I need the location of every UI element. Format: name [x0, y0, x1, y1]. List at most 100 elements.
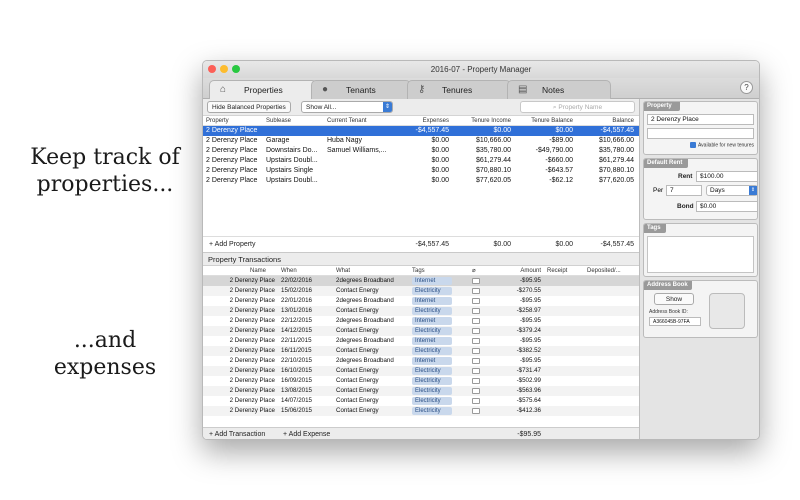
receipt-checkbox[interactable]: [472, 278, 480, 284]
table-cell: [324, 176, 402, 186]
table-cell: [263, 126, 324, 136]
receipt-checkbox[interactable]: [472, 328, 480, 334]
transaction-row[interactable]: 2 Derenzy Place 22/10/2015 2degrees Broadb…: [203, 356, 639, 366]
tab-notes[interactable]: ▤ Notes: [507, 80, 611, 99]
tag-badge[interactable]: Electricity: [412, 367, 452, 375]
col-expenses[interactable]: Expenses: [402, 116, 452, 125]
tag-badge[interactable]: Electricity: [412, 377, 452, 385]
table-row[interactable]: 2 Derenzy Place Downstairs Do... Samuel Wi…: [203, 146, 639, 156]
tab-label: Notes: [542, 85, 565, 95]
property-name-field[interactable]: 2 Derenzy Place: [647, 114, 754, 125]
add-property-button[interactable]: + Add Property: [203, 237, 402, 252]
col-receipt[interactable]: Receipt: [544, 266, 584, 275]
receipt-checkbox[interactable]: [472, 408, 480, 414]
transaction-what: Contact Energy: [336, 387, 379, 394]
rent-field[interactable]: $100.00: [696, 171, 758, 182]
tag-badge[interactable]: Electricity: [412, 347, 452, 355]
tab-properties[interactable]: ⌂ Properties: [209, 80, 317, 100]
table-cell: $0.00: [431, 147, 449, 154]
transaction-receipt: [544, 326, 584, 336]
receipt-checkbox[interactable]: [472, 338, 480, 344]
transaction-row[interactable]: 2 Derenzy Place 16/09/2015 Contact Energy E…: [203, 376, 639, 386]
transaction-row[interactable]: 2 Derenzy Place 14/07/2015 Contact Energy E…: [203, 396, 639, 406]
tag-badge[interactable]: Electricity: [412, 307, 452, 315]
main-pane: Hide Balanced Properties Show All... ⇕ ⌕…: [203, 99, 639, 439]
minimize-button[interactable]: [220, 65, 228, 73]
table-row[interactable]: 2 Derenzy Place Upstairs Doubl... $0.00 $61…: [203, 156, 639, 166]
col-tags[interactable]: Tags: [409, 266, 469, 275]
col-property[interactable]: Property: [203, 116, 263, 125]
tag-badge[interactable]: Internet: [412, 357, 452, 365]
table-row[interactable]: 2 Derenzy Place Garage Huba Nagy $0.00 $10,6…: [203, 136, 639, 146]
receipt-checkbox[interactable]: [472, 348, 480, 354]
receipt-checkbox[interactable]: [472, 398, 480, 404]
transaction-what: Contact Energy: [336, 327, 379, 334]
add-transaction-button[interactable]: + Add Transaction: [203, 428, 283, 439]
receipt-checkbox[interactable]: [472, 308, 480, 314]
transaction-row[interactable]: 2 Derenzy Place 22/11/2015 2degrees Broadb…: [203, 336, 639, 346]
transaction-row[interactable]: 2 Derenzy Place 16/11/2015 Contact Energy E…: [203, 346, 639, 356]
transaction-row[interactable]: 2 Derenzy Place 15/06/2015 Contact Energy E…: [203, 406, 639, 416]
transaction-row[interactable]: 2 Derenzy Place 15/02/2016 Contact Energy E…: [203, 286, 639, 296]
tag-badge[interactable]: Electricity: [412, 287, 452, 295]
per-unit-select[interactable]: Days ⇕: [706, 185, 758, 196]
col-balance[interactable]: Balance: [576, 116, 637, 125]
transaction-row[interactable]: 2 Derenzy Place 16/10/2015 Contact Energy E…: [203, 366, 639, 376]
zoom-button[interactable]: [232, 65, 240, 73]
tag-badge[interactable]: Electricity: [412, 407, 452, 415]
col-name[interactable]: Name: [203, 266, 278, 275]
tag-badge[interactable]: Internet: [412, 277, 452, 285]
add-expense-button[interactable]: + Add Expense: [283, 428, 383, 439]
tag-badge[interactable]: Electricity: [412, 387, 452, 395]
available-checkbox[interactable]: Available for new tenures: [644, 142, 754, 148]
tag-badge[interactable]: Electricity: [412, 397, 452, 405]
transaction-row[interactable]: 2 Derenzy Place 22/12/2015 2degrees Broadb…: [203, 316, 639, 326]
tag-badge[interactable]: Internet: [412, 297, 452, 305]
receipt-checkbox[interactable]: [472, 368, 480, 374]
receipt-checkbox[interactable]: [472, 378, 480, 384]
col-tenure-income[interactable]: Tenure Income: [452, 116, 514, 125]
col-deposited[interactable]: Deposited/...: [584, 266, 639, 275]
close-button[interactable]: [208, 65, 216, 73]
transaction-row[interactable]: 2 Derenzy Place 13/08/2015 Contact Energy E…: [203, 386, 639, 396]
col-what[interactable]: What: [333, 266, 409, 275]
table-row[interactable]: 2 Derenzy Place Upstairs Single $0.00 $70,8…: [203, 166, 639, 176]
tag-badge[interactable]: Electricity: [412, 327, 452, 335]
receipt-checkbox[interactable]: [472, 288, 480, 294]
hide-balanced-button[interactable]: Hide Balanced Properties: [207, 101, 291, 113]
col-tenure-balance[interactable]: Tenure Balance: [514, 116, 576, 125]
receipt-checkbox[interactable]: [472, 318, 480, 324]
help-button[interactable]: ?: [740, 81, 753, 94]
bond-field[interactable]: $0.00: [696, 201, 758, 212]
tag-badge[interactable]: Internet: [412, 337, 452, 345]
col-tenant[interactable]: Current Tenant: [324, 116, 402, 125]
receipt-checkbox[interactable]: [472, 388, 480, 394]
col-sublease[interactable]: Sublease: [263, 116, 324, 125]
per-field[interactable]: 7: [666, 185, 702, 196]
tags-field[interactable]: [647, 236, 754, 273]
tag-badge[interactable]: Internet: [412, 317, 452, 325]
receipt-checkbox-cell: [469, 356, 509, 366]
show-address-book-button[interactable]: Show: [654, 293, 694, 305]
show-select[interactable]: Show All... ⇕: [301, 101, 393, 113]
col-amount[interactable]: Amount: [509, 266, 544, 275]
address-book-id-field[interactable]: A366045B-97FA: [649, 317, 701, 326]
table-row[interactable]: 2 Derenzy Place Upstairs Doubl... $0.00 $77…: [203, 176, 639, 186]
receipt-checkbox[interactable]: [472, 298, 480, 304]
transaction-row[interactable]: 2 Derenzy Place 22/01/2016 2degrees Broadb…: [203, 296, 639, 306]
table-cell: $70,880.10: [598, 167, 634, 174]
transaction-row[interactable]: 2 Derenzy Place 13/01/2016 Contact Energy E…: [203, 306, 639, 316]
table-row[interactable]: 2 Derenzy Place -$4,557.45 $0.00 $0.00 -$4,5…: [203, 126, 639, 136]
receipt-checkbox[interactable]: [472, 358, 480, 364]
tab-tenures[interactable]: ⚷ Tenures: [407, 80, 511, 99]
table-cell: 2 Derenzy Place: [206, 137, 258, 144]
tab-tenants[interactable]: ● Tenants: [311, 80, 411, 99]
properties-table: 2 Derenzy Place -$4,557.45 $0.00 $0.00 -$4,5…: [203, 126, 639, 236]
property-second-field[interactable]: [647, 128, 754, 139]
transaction-row[interactable]: 2 Derenzy Place 14/12/2015 Contact Energy E…: [203, 326, 639, 336]
search-input[interactable]: ⌕ Property Name: [520, 101, 635, 113]
contact-image-well[interactable]: [709, 293, 745, 329]
transaction-row[interactable]: 2 Derenzy Place 22/02/2016 2degrees Broadb…: [203, 276, 639, 286]
col-when[interactable]: When: [278, 266, 333, 275]
col-receipt-flag[interactable]: ⌀: [469, 266, 509, 275]
